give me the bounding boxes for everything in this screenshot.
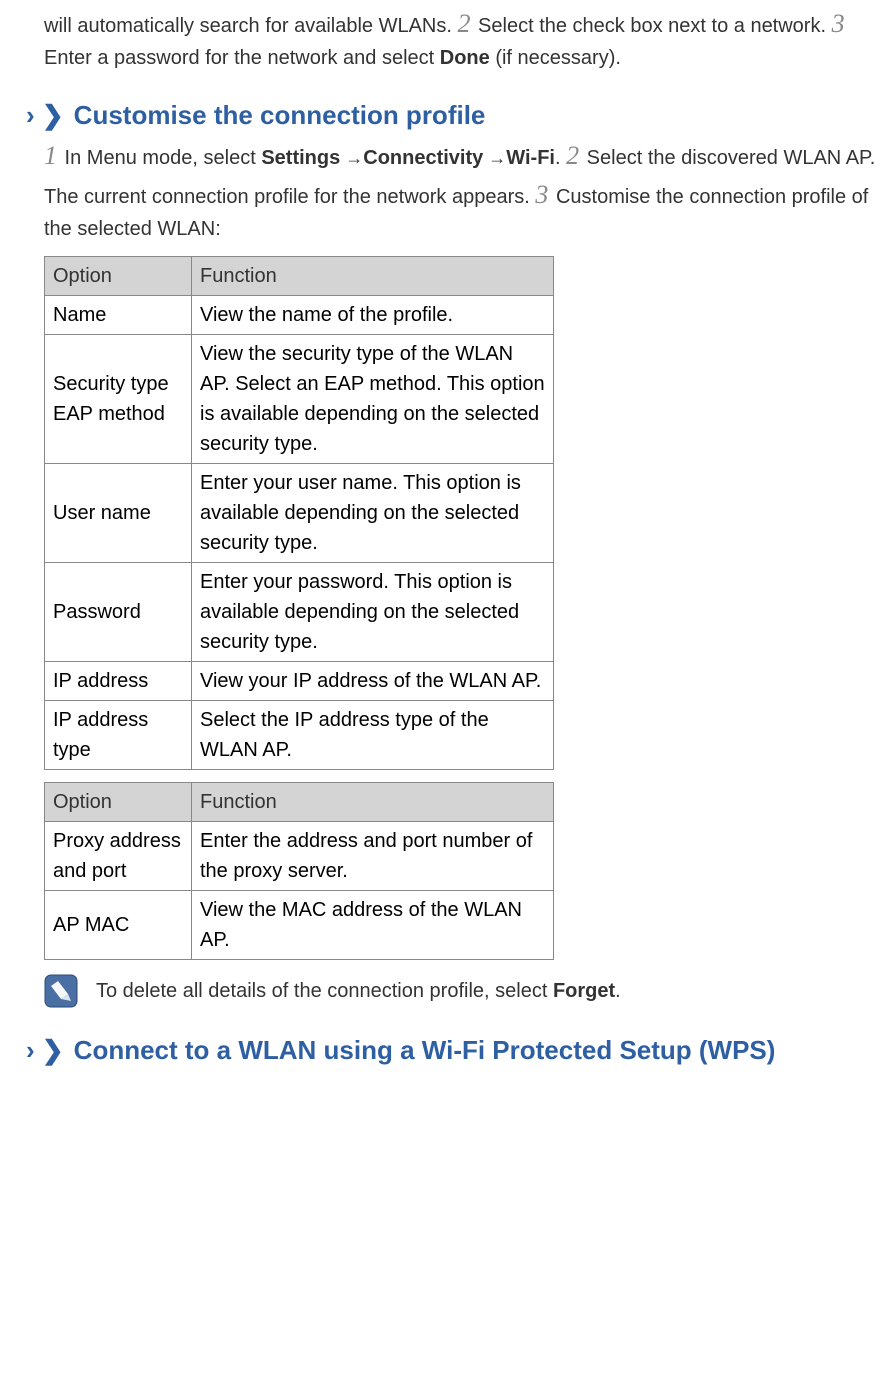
step-2b: 2 bbox=[566, 141, 579, 170]
cell-option: IP address type bbox=[45, 700, 192, 769]
cell-option: Security type EAP method bbox=[45, 334, 192, 463]
heading-customise-title: Customise the connection profile bbox=[74, 99, 486, 132]
cell-function: View your IP address of the WLAN AP. bbox=[192, 661, 554, 700]
table-row: PasswordEnter your password. This option… bbox=[45, 562, 554, 661]
cell-function: Enter your user name. This option is ava… bbox=[192, 463, 554, 562]
intro-part4: (if necessary). bbox=[490, 47, 621, 69]
cell-function: View the name of the profile. bbox=[192, 295, 554, 334]
arrow-2: → bbox=[483, 148, 506, 168]
arrow-1: → bbox=[340, 148, 363, 168]
cell-function: Enter the address and port number of the… bbox=[192, 821, 554, 890]
heading-customise: › ❯ Customise the connection profile bbox=[26, 99, 880, 132]
cell-function: Enter your password. This option is avai… bbox=[192, 562, 554, 661]
forget-label: Forget bbox=[553, 980, 615, 1002]
step-number-3: 3 bbox=[832, 9, 845, 38]
table-row: Proxy address and portEnter the address … bbox=[45, 821, 554, 890]
heading-wps-title: Connect to a WLAN using a Wi-Fi Protecte… bbox=[74, 1034, 776, 1067]
table-header-row: Option Function bbox=[45, 782, 554, 821]
table-header-row: Option Function bbox=[45, 256, 554, 295]
table-row: IP addressView your IP address of the WL… bbox=[45, 661, 554, 700]
cell-function: Select the IP address type of the WLAN A… bbox=[192, 700, 554, 769]
table-row: Security type EAP methodView the securit… bbox=[45, 334, 554, 463]
table-row: User nameEnter your user name. This opti… bbox=[45, 463, 554, 562]
cell-option: Name bbox=[45, 295, 192, 334]
note-text: To delete all details of the connection … bbox=[96, 976, 621, 1006]
table-row: IP address typeSelect the IP address typ… bbox=[45, 700, 554, 769]
header-option: Option bbox=[45, 782, 192, 821]
page-content: will automatically search for available … bbox=[10, 4, 880, 1066]
intro-part3: Enter a password for the network and sel… bbox=[44, 47, 440, 69]
header-function: Function bbox=[192, 782, 554, 821]
note-row: To delete all details of the connection … bbox=[44, 974, 880, 1008]
profile-table-1: Option Function NameView the name of the… bbox=[44, 256, 554, 770]
note-a: To delete all details of the connection … bbox=[96, 980, 553, 1002]
settings-label: Settings bbox=[261, 147, 340, 169]
table-row: AP MACView the MAC address of the WLAN A… bbox=[45, 890, 554, 959]
cell-option: Password bbox=[45, 562, 192, 661]
caret-icon: › ❯ bbox=[26, 102, 64, 128]
intro-part2: Select the check box next to a network. bbox=[473, 15, 832, 37]
caret-icon: › ❯ bbox=[26, 1037, 64, 1063]
note-icon bbox=[44, 974, 78, 1008]
cell-option: AP MAC bbox=[45, 890, 192, 959]
step-number-2: 2 bbox=[458, 9, 471, 38]
cell-option: User name bbox=[45, 463, 192, 562]
table-row: NameView the name of the profile. bbox=[45, 295, 554, 334]
step-1: 1 bbox=[44, 141, 57, 170]
cell-function: View the MAC address of the WLAN AP. bbox=[192, 890, 554, 959]
t1a: In Menu mode, select bbox=[59, 147, 261, 169]
heading-wps: › ❯ Connect to a WLAN using a Wi-Fi Prot… bbox=[26, 1034, 880, 1067]
done-label: Done bbox=[440, 47, 490, 69]
intro-paragraph: will automatically search for available … bbox=[44, 4, 880, 73]
header-option: Option bbox=[45, 256, 192, 295]
step-3b: 3 bbox=[535, 180, 548, 209]
note-b: . bbox=[615, 980, 621, 1002]
wifi-label: Wi-Fi bbox=[506, 147, 555, 169]
header-function: Function bbox=[192, 256, 554, 295]
cell-function: View the security type of the WLAN AP. S… bbox=[192, 334, 554, 463]
cell-option: Proxy address and port bbox=[45, 821, 192, 890]
t1b: . bbox=[555, 147, 566, 169]
cell-option: IP address bbox=[45, 661, 192, 700]
profile-table-2: Option Function Proxy address and portEn… bbox=[44, 782, 554, 960]
intro-part1: will automatically search for available … bbox=[44, 15, 458, 37]
customise-steps: 1 In Menu mode, select Settings →Connect… bbox=[44, 136, 880, 244]
connectivity-label: Connectivity bbox=[363, 147, 483, 169]
